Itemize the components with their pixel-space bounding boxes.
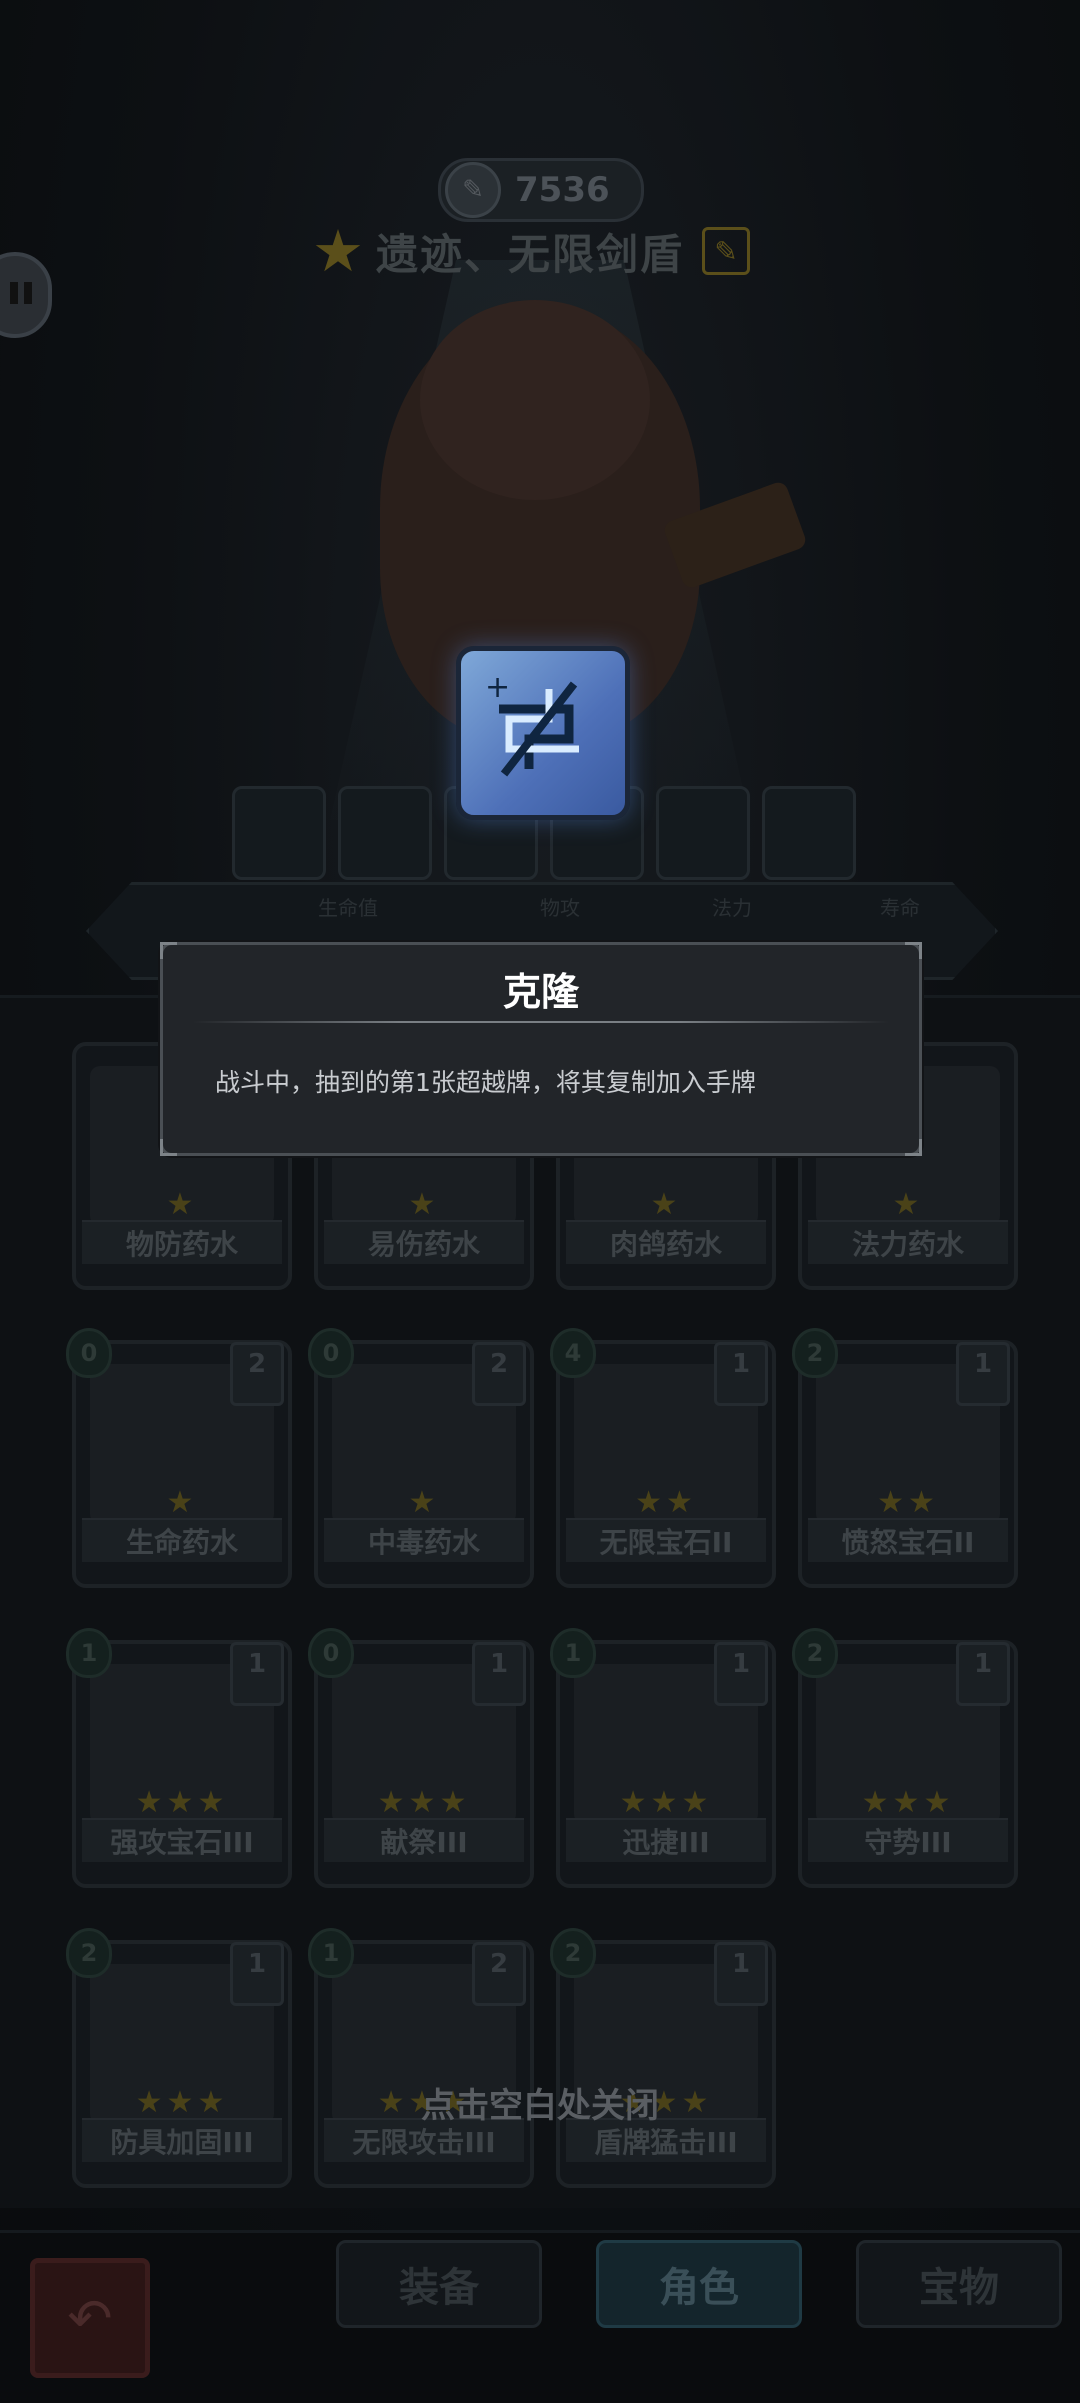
card-name: 守势III	[808, 1818, 1008, 1862]
popup-divider	[193, 1021, 889, 1023]
close-hint: 点击空白处关闭	[421, 2086, 659, 2126]
cost-badge: 2	[792, 1328, 838, 1378]
popup-corner	[160, 942, 177, 959]
cost-badge: 1	[308, 1928, 354, 1978]
count-badge: 1	[714, 1342, 768, 1406]
card[interactable]: 2 1 ★★ 愤怒宝石II	[792, 1328, 1018, 1588]
score-pill: ✎ 7536	[438, 158, 644, 222]
card-name: 中毒药水	[324, 1518, 524, 1562]
deck-title: ★ 遗迹、无限剑盾 ✎	[312, 216, 751, 286]
card-stars: ★	[892, 1187, 924, 1222]
card[interactable]: 0 2 ★ 生命药水	[66, 1328, 292, 1588]
card-name: 强攻宝石III	[82, 1818, 282, 1862]
card-name: 物防药水	[82, 1220, 282, 1264]
cost-badge: 0	[66, 1328, 112, 1378]
character-head	[420, 300, 650, 500]
clone-skill-card: +	[456, 646, 630, 820]
cost-badge: 4	[550, 1328, 596, 1378]
equip-slot[interactable]	[338, 786, 432, 880]
card-name: 法力药水	[808, 1220, 1008, 1264]
card-stars: ★	[166, 1485, 198, 1520]
card[interactable]: 2 1 ★★★ 盾牌猛击III	[550, 1928, 776, 2188]
score-value: 7536	[515, 170, 610, 210]
card-stars: ★	[408, 1187, 440, 1222]
card[interactable]: 0 2 ★ 中毒药水	[308, 1328, 534, 1588]
card[interactable]: 1 2 ★★★ 无限攻击III	[308, 1928, 534, 2188]
card-stars: ★★★	[377, 1785, 471, 1820]
card-stars: ★	[650, 1187, 682, 1222]
card[interactable]: 2 1 ★★★ 守势III	[792, 1628, 1018, 1888]
count-badge: 1	[714, 1642, 768, 1706]
card-stars: ★★★	[861, 1785, 955, 1820]
popup-title: 克隆	[502, 970, 579, 1014]
card-name: 易伤药水	[324, 1220, 524, 1264]
deck-name: 遗迹、无限剑盾	[376, 229, 685, 279]
count-badge: 1	[956, 1342, 1010, 1406]
cost-badge: 0	[308, 1328, 354, 1378]
card-name: 无限宝石II	[566, 1518, 766, 1562]
edit-icon[interactable]: ✎	[702, 227, 751, 275]
skill-tooltip-popup: 克隆 战斗中，抽到的第1张超越牌，将其复制加入手牌	[160, 942, 922, 1156]
card-stars: ★	[408, 1485, 440, 1520]
card-name: 迅捷III	[566, 1818, 766, 1862]
card-name: 献祭III	[324, 1818, 524, 1862]
card-stars: ★★★	[135, 1785, 229, 1820]
count-badge: 1	[956, 1642, 1010, 1706]
card[interactable]: 1 1 ★★★ 强攻宝石III	[66, 1628, 292, 1888]
clone-icon: +	[485, 670, 579, 777]
star-icon: ★	[312, 217, 364, 285]
card[interactable]: 1 1 ★★★ 迅捷III	[550, 1628, 776, 1888]
card-name: 肉鸽药水	[566, 1220, 766, 1264]
equip-slot[interactable]	[762, 786, 856, 880]
equip-slot[interactable]	[232, 786, 326, 880]
count-badge: 2	[472, 1342, 526, 1406]
stat-label-hp: 生命值	[318, 896, 378, 920]
popup-corner	[905, 942, 922, 959]
tab-treasure[interactable]: 宝物	[856, 2240, 1062, 2328]
card[interactable]: 2 1 ★★★ 防具加固III	[66, 1928, 292, 2188]
cost-badge: 2	[66, 1928, 112, 1978]
card-stars: ★	[166, 1187, 198, 1222]
popup-corner	[905, 1139, 922, 1156]
count-badge: 2	[472, 1942, 526, 2006]
cost-badge: 0	[308, 1628, 354, 1678]
stat-label-mana: 法力	[712, 896, 752, 920]
stat-label-attack: 物攻	[540, 896, 580, 920]
popup-corner	[160, 1139, 177, 1156]
cost-badge: 1	[66, 1628, 112, 1678]
card-stars: ★★★	[619, 1785, 713, 1820]
card-stars: ★★	[877, 1485, 939, 1520]
tab-character[interactable]: 角色	[596, 2240, 802, 2328]
count-badge: 1	[230, 1942, 284, 2006]
count-badge: 2	[230, 1342, 284, 1406]
count-badge: 1	[714, 1942, 768, 2006]
card[interactable]: 0 1 ★★★ 献祭III	[308, 1628, 534, 1888]
popup-description: 战斗中，抽到的第1张超越牌，将其复制加入手牌	[215, 1068, 756, 1097]
stat-label-lifespan: 寿命	[880, 896, 920, 920]
back-button[interactable]: ↶	[30, 2258, 150, 2378]
cost-badge: 1	[550, 1628, 596, 1678]
cost-badge: 2	[792, 1628, 838, 1678]
card-name: 愤怒宝石II	[808, 1518, 1008, 1562]
count-badge: 1	[472, 1642, 526, 1706]
equip-slot[interactable]	[656, 786, 750, 880]
svg-text:+: +	[485, 670, 510, 705]
tab-equipment[interactable]: 装备	[336, 2240, 542, 2328]
card[interactable]: 4 1 ★★ 无限宝石II	[550, 1328, 776, 1588]
sword-coin-icon: ✎	[445, 162, 501, 218]
cost-badge: 2	[550, 1928, 596, 1978]
card-stars: ★★	[635, 1485, 697, 1520]
count-badge: 1	[230, 1642, 284, 1706]
card-name: 生命药水	[82, 1518, 282, 1562]
back-arrow-icon: ↶	[67, 2286, 113, 2350]
